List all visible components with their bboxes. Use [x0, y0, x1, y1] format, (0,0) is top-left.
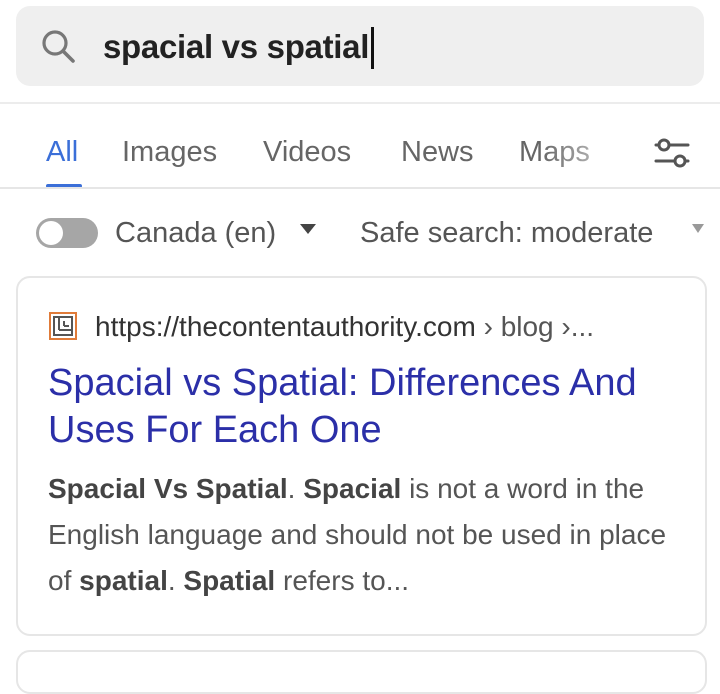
caret-down-icon[interactable]: [692, 224, 704, 233]
search-input[interactable]: spacial vs spatial: [103, 27, 369, 67]
toggle-knob: [39, 221, 63, 245]
result-url[interactable]: https://thecontentauthority.com › blog ›…: [95, 310, 594, 344]
text-cursor: [371, 27, 374, 69]
caret-down-icon[interactable]: [300, 224, 316, 234]
region-toggle[interactable]: [36, 218, 98, 248]
next-result-card: [16, 650, 707, 694]
result-domain[interactable]: https://thecontentauthority.com: [95, 311, 476, 342]
result-path: › blog ›...: [475, 311, 595, 342]
site-favicon: [49, 312, 77, 340]
result-title-link[interactable]: Spacial vs Spatial: Differences And Uses…: [48, 360, 688, 454]
snippet-bold: Spacial: [303, 473, 402, 504]
search-icon[interactable]: [40, 28, 76, 64]
tab-news[interactable]: News: [401, 135, 474, 169]
divider: [0, 102, 720, 104]
tab-all[interactable]: All: [46, 135, 78, 169]
snippet-bold: Spatial: [183, 565, 276, 596]
tabs-fade: [540, 120, 640, 180]
settings-sliders-icon[interactable]: [652, 133, 692, 173]
snippet-text: .: [287, 473, 304, 504]
tab-images[interactable]: Images: [122, 135, 217, 169]
tab-videos[interactable]: Videos: [263, 135, 351, 169]
divider: [0, 187, 720, 189]
result-snippet: Spacial Vs Spatial. Spacial is not a wor…: [48, 466, 678, 604]
snippet-bold: spatial: [79, 565, 168, 596]
snippet-text: .: [167, 565, 184, 596]
region-dropdown[interactable]: Canada (en): [115, 216, 276, 250]
snippet-bold: Spacial Vs Spatial: [48, 473, 288, 504]
safe-search-dropdown[interactable]: Safe search: moderate: [360, 216, 653, 250]
snippet-text: refers to...: [275, 565, 410, 596]
